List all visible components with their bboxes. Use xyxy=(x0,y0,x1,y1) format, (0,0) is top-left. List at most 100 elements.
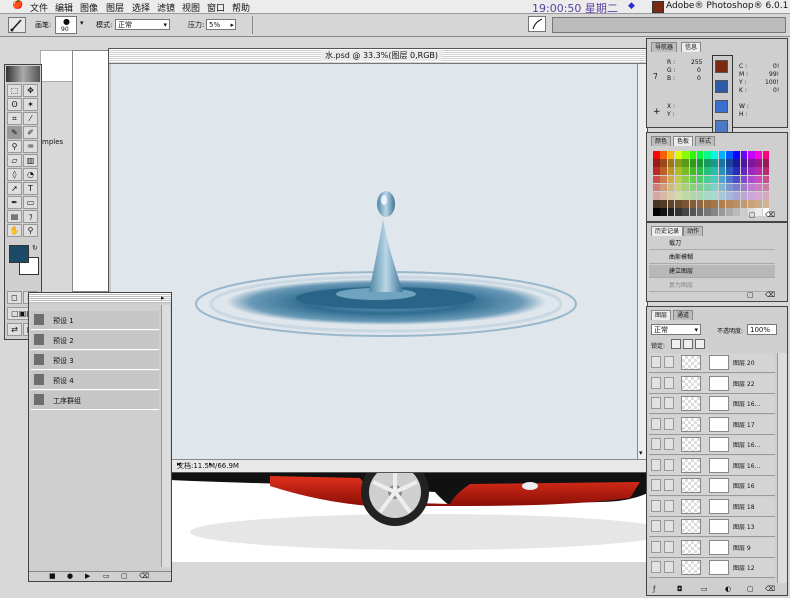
swatch[interactable] xyxy=(740,208,748,216)
swatch[interactable] xyxy=(755,183,762,192)
chevron-down-icon[interactable]: ▾ xyxy=(80,19,84,27)
tab-navigator[interactable]: 导航器 xyxy=(651,42,678,52)
visibility-toggle[interactable] xyxy=(651,438,661,450)
new-action-icon[interactable]: ▢ xyxy=(121,572,128,580)
swatch[interactable] xyxy=(755,159,762,167)
swatch-grid[interactable] xyxy=(653,151,771,217)
swatch[interactable] xyxy=(762,151,770,159)
lock-position-checkbox[interactable] xyxy=(695,339,705,349)
adobe-logo[interactable] xyxy=(6,66,40,82)
new-set-icon[interactable]: ▭ xyxy=(701,585,708,593)
app-icon[interactable] xyxy=(652,1,664,13)
layer-row[interactable]: 图层 13 xyxy=(649,517,775,537)
swatch[interactable] xyxy=(696,208,704,216)
swatch[interactable] xyxy=(674,167,682,175)
swatch[interactable] xyxy=(653,159,660,167)
link-toggle[interactable] xyxy=(664,499,674,512)
swatch[interactable] xyxy=(726,175,733,184)
swatch[interactable] xyxy=(674,200,682,208)
path-select-tool-icon[interactable]: ➚ xyxy=(7,182,22,195)
swatch[interactable] xyxy=(682,151,689,159)
visibility-toggle[interactable] xyxy=(651,520,661,532)
swatch[interactable] xyxy=(762,183,770,192)
swatch[interactable] xyxy=(667,159,675,167)
canvas[interactable] xyxy=(111,64,637,459)
swatch[interactable] xyxy=(711,175,719,184)
swatch[interactable] xyxy=(755,192,762,200)
tab-channels[interactable]: 通道 xyxy=(673,310,694,320)
swatch[interactable] xyxy=(704,208,711,216)
swatch[interactable] xyxy=(660,151,667,159)
swatch[interactable] xyxy=(755,151,762,159)
layer-row[interactable]: 图层 16... xyxy=(649,455,775,476)
swatch[interactable] xyxy=(660,200,667,208)
swatch[interactable] xyxy=(653,167,660,175)
swatch[interactable] xyxy=(660,167,667,175)
swatch[interactable] xyxy=(696,175,704,184)
photoshop-icon[interactable] xyxy=(715,60,728,73)
shape-tool-icon[interactable]: ▭ xyxy=(23,196,38,209)
link-toggle[interactable] xyxy=(664,561,674,573)
menu-filter[interactable]: 滤镜 xyxy=(157,1,175,14)
link-toggle[interactable] xyxy=(664,397,674,409)
menu-edit[interactable]: 编辑 xyxy=(55,1,73,14)
swatch[interactable] xyxy=(747,192,755,200)
swatch[interactable] xyxy=(667,167,675,175)
foreground-color-swatch[interactable] xyxy=(9,245,29,263)
swatch[interactable] xyxy=(747,175,755,184)
document-title-bar[interactable]: 水.psd @ 33.3%(图层 0,RGB) xyxy=(109,49,647,64)
swatch[interactable] xyxy=(711,183,719,192)
layer-mask-icon[interactable]: ◘ xyxy=(677,585,683,593)
link-toggle[interactable] xyxy=(664,520,674,532)
swatch[interactable] xyxy=(733,159,740,167)
action-row[interactable]: 预设 4 xyxy=(31,371,159,390)
visibility-toggle[interactable] xyxy=(651,540,661,553)
record-icon[interactable]: ● xyxy=(67,572,73,580)
swatch[interactable] xyxy=(667,151,675,159)
swatch[interactable] xyxy=(689,200,697,208)
layer-style-icon[interactable]: ƒ xyxy=(653,585,655,593)
pressure-input[interactable]: 5% ▸ xyxy=(206,19,236,30)
swatch[interactable] xyxy=(726,208,733,216)
swatch[interactable] xyxy=(718,200,726,208)
swatch[interactable] xyxy=(755,175,762,184)
swatch[interactable] xyxy=(667,192,675,200)
play-icon[interactable]: ▶ xyxy=(85,572,90,580)
swatch[interactable] xyxy=(747,159,755,167)
layer-row[interactable]: 图层 16... xyxy=(649,435,775,455)
swatch[interactable] xyxy=(755,200,762,208)
arrow-down-icon[interactable]: ▾ xyxy=(639,449,643,457)
jump-to-imageready-icon[interactable]: ⇄ xyxy=(7,323,22,336)
type-tool-icon[interactable]: T xyxy=(23,182,38,195)
history-item[interactable]: 复为图层 xyxy=(649,279,775,292)
layer-row[interactable]: 图层 17 xyxy=(649,414,775,435)
swatch[interactable] xyxy=(689,192,697,200)
swatch[interactable] xyxy=(726,151,733,159)
swatch[interactable] xyxy=(726,159,733,167)
swatch[interactable] xyxy=(653,151,660,159)
swatch[interactable] xyxy=(733,167,740,175)
swatch[interactable] xyxy=(667,175,675,184)
blend-mode-select[interactable]: 正常 ▾ xyxy=(651,324,701,335)
visibility-toggle[interactable] xyxy=(651,376,661,389)
swatch[interactable] xyxy=(740,175,748,184)
layer-row[interactable]: 图层 12 xyxy=(649,558,775,578)
tab-history[interactable]: 历史记录 xyxy=(651,226,684,236)
layers-scrollbar[interactable] xyxy=(777,353,787,583)
gradient-tool-icon[interactable]: ▥ xyxy=(23,154,38,167)
visibility-toggle[interactable] xyxy=(651,417,661,430)
swatch[interactable] xyxy=(762,167,770,175)
visibility-toggle[interactable] xyxy=(651,356,661,368)
swatch[interactable] xyxy=(660,175,667,184)
new-set-icon[interactable]: ▭ xyxy=(103,572,110,580)
swatch[interactable] xyxy=(682,159,689,167)
crop-tool-icon[interactable]: ⌗ xyxy=(7,112,22,125)
swatch[interactable] xyxy=(747,183,755,192)
trash-icon[interactable]: ⌫ xyxy=(765,585,775,593)
tab-layers[interactable]: 图层 xyxy=(651,310,672,320)
marquee-tool-icon[interactable]: ⬚ xyxy=(7,84,22,97)
swatch[interactable] xyxy=(718,183,726,192)
arrow-right-icon[interactable]: ▸ xyxy=(177,460,643,468)
swatch[interactable] xyxy=(726,167,733,175)
eyedropper-tool-icon[interactable]: ⁊ xyxy=(23,210,38,223)
